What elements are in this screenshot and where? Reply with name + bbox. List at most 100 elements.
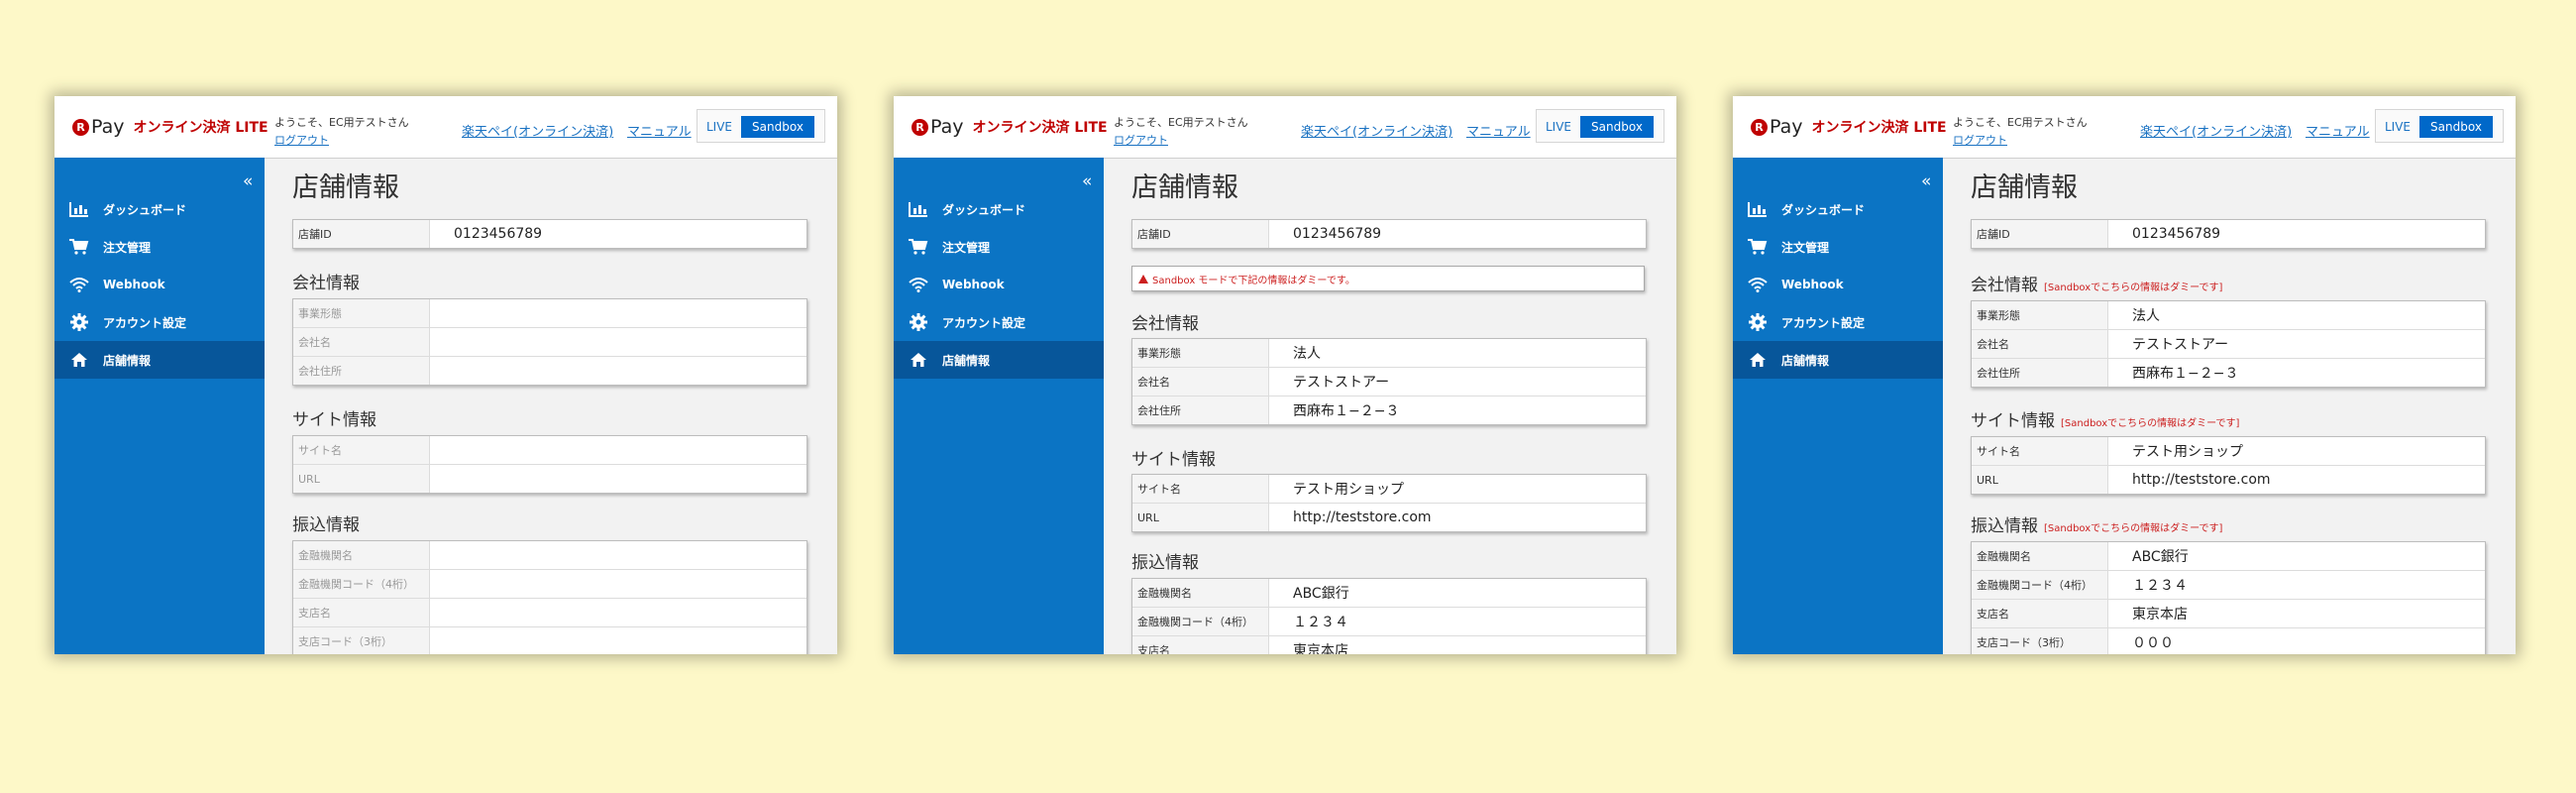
company-table: 事業形態 会社名 会社住所: [292, 298, 807, 386]
site-table: サイト名 テスト用ショップ URL http://teststore.com: [1131, 474, 1647, 532]
logo-pay-text: Pay: [91, 116, 125, 138]
table-row: 会社名 テストストアー: [1972, 329, 2485, 358]
bank-table: 金融機関名 ABC銀行 金融機関コード（4桁） １２３４ 支店名 東京本店: [1131, 578, 1647, 654]
table-row: URL http://teststore.com: [1132, 503, 1646, 531]
branch-name-value: [430, 599, 806, 626]
company-name-value: テストストアー: [1293, 375, 1390, 391]
sidebar: « ダッシュボード 注文管理 Webhook アカウント設定 店舗情報: [894, 158, 1104, 654]
manual-link[interactable]: マニュアル: [1466, 121, 1531, 140]
sidebar-item-webhook[interactable]: Webhook: [54, 266, 265, 303]
gear-icon: [1746, 313, 1770, 331]
sidebar-item-orders[interactable]: 注文管理: [894, 228, 1104, 266]
collapse-sidebar-button[interactable]: «: [1082, 171, 1092, 191]
dummy-note: [Sandboxでこちらの情報はダミーです]: [2044, 283, 2223, 293]
site-section-title: サイト情報: [1131, 450, 1216, 470]
table-row: 会社名 テストストアー: [1132, 367, 1646, 396]
site-table: サイト名 URL: [292, 435, 807, 494]
logout-link[interactable]: ログアウト: [274, 132, 329, 148]
logout-link[interactable]: ログアウト: [1114, 132, 1168, 148]
logo[interactable]: R Pay オンライン決済 LITE: [912, 116, 1108, 138]
shop-id-value: 0123456789: [1293, 226, 1382, 242]
live-button[interactable]: LIVE: [1544, 116, 1573, 138]
sidebar-item-webhook[interactable]: Webhook: [1733, 266, 1943, 303]
sidebar-item-label: Webhook: [942, 278, 1005, 291]
site-name-label: サイト名: [293, 436, 430, 464]
collapse-sidebar-button[interactable]: «: [1921, 171, 1931, 191]
sidebar-item-dashboard[interactable]: ダッシュボード: [54, 190, 265, 228]
bank-section-title: 振込情報: [292, 515, 360, 535]
top-bar: R Pay オンライン決済 LITE ようこそ、EC用テストさん ログアウト 楽…: [1733, 96, 2516, 159]
sidebar-item-account[interactable]: アカウント設定: [894, 303, 1104, 341]
rakuten-r-icon: R: [912, 118, 928, 136]
sidebar-item-account[interactable]: アカウント設定: [1733, 303, 1943, 341]
collapse-sidebar-button[interactable]: «: [243, 171, 253, 191]
logout-link[interactable]: ログアウト: [1953, 132, 2007, 148]
site-section-title: サイト情報: [292, 410, 376, 430]
sidebar-item-dashboard[interactable]: ダッシュボード: [1733, 190, 1943, 228]
page-title: 店舗情報: [1971, 172, 2078, 203]
sidebar-item-webhook[interactable]: Webhook: [894, 266, 1104, 303]
table-row: 事業形態: [293, 299, 806, 327]
business-type-label: 事業形態: [1972, 301, 2108, 329]
business-type-label: 事業形態: [1132, 339, 1269, 367]
live-button[interactable]: LIVE: [2383, 116, 2413, 138]
bank-table: 金融機関名 金融機関コード（4桁） 支店名 支店コード（3桁）: [292, 540, 807, 654]
table-row: 金融機関コード（4桁）: [293, 569, 806, 598]
rakuten-r-icon: R: [1751, 118, 1768, 136]
shop-id-label: 店舗ID: [1132, 220, 1269, 248]
cart-icon: [1746, 239, 1770, 255]
branch-code-label: 支店コード（3桁）: [1972, 628, 2108, 654]
sandbox-button[interactable]: Sandbox: [2419, 116, 2493, 138]
table-row: 会社住所 西麻布１−２−３: [1132, 396, 1646, 424]
bank-name-value: [430, 541, 806, 569]
logo[interactable]: R Pay オンライン決済 LITE: [72, 116, 268, 138]
screenshot-panel-alert: R Pay オンライン決済 LITE ようこそ、EC用テストさん ログアウト 楽…: [894, 96, 1676, 654]
logo[interactable]: R Pay オンライン決済 LITE: [1751, 116, 1947, 138]
branch-name-label: 支店名: [1972, 600, 2108, 627]
table-row: 事業形態 法人: [1132, 339, 1646, 367]
payment-link[interactable]: 楽天ペイ(オンライン決済): [1301, 121, 1452, 140]
manual-link[interactable]: マニュアル: [2306, 121, 2370, 140]
wifi-icon: [907, 277, 930, 292]
company-address-value: [430, 357, 806, 385]
bank-name-label: 金融機関名: [293, 541, 430, 569]
bank-table: 金融機関名 ABC銀行 金融機関コード（4桁） １２３４ 支店名 東京本店 支店コード…: [1971, 541, 2486, 654]
bank-name-label: 金融機関名: [1972, 542, 2108, 570]
sidebar-item-orders[interactable]: 注文管理: [1733, 228, 1943, 266]
site-name-label: サイト名: [1972, 437, 2108, 465]
sidebar-item-shop-info[interactable]: 店舗情報: [54, 341, 265, 379]
table-row: 支店名: [293, 598, 806, 626]
company-name-value: [430, 328, 806, 356]
sidebar-item-account[interactable]: アカウント設定: [54, 303, 265, 341]
company-name-label: 会社名: [1132, 368, 1269, 396]
table-row: 支店コード（3桁） ０００: [1972, 627, 2485, 654]
payment-link[interactable]: 楽天ペイ(オンライン決済): [2140, 121, 2292, 140]
live-button[interactable]: LIVE: [704, 116, 734, 138]
table-row: 会社住所 西麻布１−２−３: [1972, 358, 2485, 387]
business-type-value: [430, 299, 806, 327]
branch-name-value: 東京本店: [1293, 643, 1348, 654]
warning-icon: [1138, 274, 1148, 283]
sidebar-item-shop-info[interactable]: 店舗情報: [894, 341, 1104, 379]
sidebar-item-orders[interactable]: 注文管理: [54, 228, 265, 266]
sidebar-item-dashboard[interactable]: ダッシュボード: [894, 190, 1104, 228]
home-icon: [1746, 352, 1770, 368]
company-section-title: 会社情報: [1131, 314, 1199, 334]
branch-name-label: 支店名: [1132, 636, 1269, 654]
table-row: 金融機関コード（4桁） １２３４: [1972, 570, 2485, 599]
shop-id-value: 0123456789: [2132, 226, 2221, 242]
sandbox-button[interactable]: Sandbox: [1580, 116, 1654, 138]
payment-link[interactable]: 楽天ペイ(オンライン決済): [462, 121, 613, 140]
home-icon: [67, 352, 91, 368]
bar-chart-icon: [1746, 201, 1770, 217]
bank-code-label: 金融機関コード（4桁）: [293, 570, 430, 598]
rakuten-r-icon: R: [72, 118, 89, 136]
sidebar-item-label: Webhook: [103, 278, 165, 291]
main-content: 店舗情報 店舗ID 0123456789 会社情報 [Sandboxでこちらの情報は…: [1943, 158, 2516, 654]
sandbox-button[interactable]: Sandbox: [741, 116, 814, 138]
manual-link[interactable]: マニュアル: [627, 121, 692, 140]
sidebar-item-shop-info[interactable]: 店舗情報: [1733, 341, 1943, 379]
table-row: 金融機関名 ABC銀行: [1972, 542, 2485, 570]
bank-code-label: 金融機関コード（4桁）: [1132, 608, 1269, 635]
business-type-value: 法人: [1293, 346, 1321, 362]
